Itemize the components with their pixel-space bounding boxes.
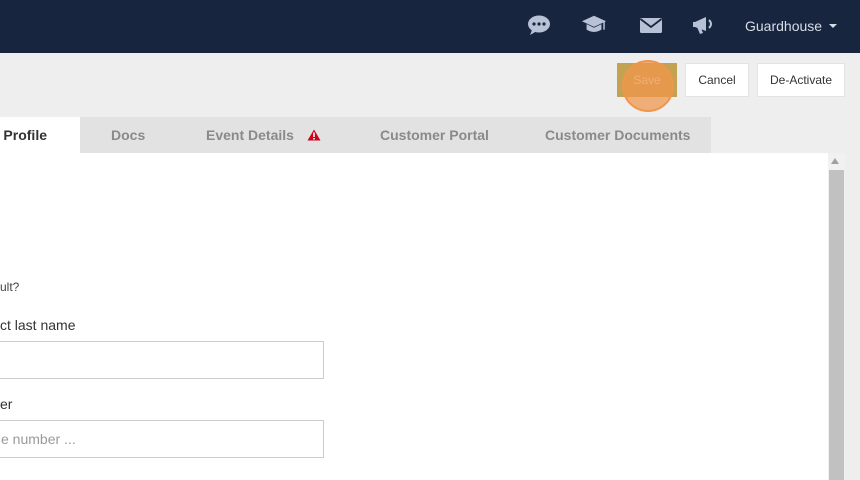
chevron-down-icon [829,24,838,28]
tab-label: Customer Portal [380,127,489,143]
envelope-icon[interactable] [638,13,664,37]
megaphone-icon[interactable] [691,13,717,37]
save-button[interactable]: Save [617,63,677,97]
cancel-button[interactable]: Cancel [685,63,749,97]
tab-label: Event Details [206,127,294,143]
tab-label: Customer Documents [545,127,691,143]
number-input[interactable]: e number ... [0,420,324,458]
scrollbar-thumb[interactable] [829,170,844,480]
scroll-up-arrow-icon[interactable] [831,158,839,164]
warning-icon [307,129,321,141]
tab-docs[interactable]: Docs [111,117,145,153]
question-text: ult? [0,280,20,294]
tab-customer-portal[interactable]: Customer Portal [380,117,489,153]
user-name: Guardhouse [745,18,823,34]
user-menu[interactable]: Guardhouse [745,17,838,35]
tab-profile[interactable]: e Profile [0,117,80,153]
chat-icon[interactable] [526,13,552,37]
last-name-input[interactable] [0,341,324,379]
tab-event-details[interactable]: Event Details [206,117,321,153]
tab-bar: e Profile Docs Event Details Customer Po… [0,117,711,153]
tab-customer-documents[interactable]: Customer Documents [545,117,690,153]
number-label: er [0,396,13,412]
graduation-cap-icon[interactable] [581,13,607,37]
tab-label: e Profile [0,127,47,143]
deactivate-button[interactable]: De-Activate [757,63,845,97]
tab-label: Docs [111,127,146,143]
last-name-label: ct last name [0,317,76,333]
top-navbar: Guardhouse [0,0,860,53]
